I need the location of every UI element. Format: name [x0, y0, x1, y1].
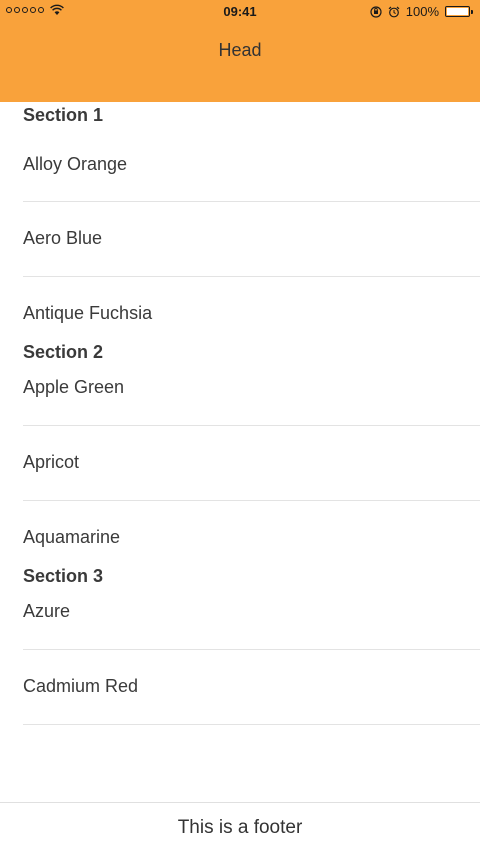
list-item-label: Aquamarine	[23, 527, 121, 547]
battery-icon	[445, 6, 473, 17]
list-item-label: Antique Fuchsia	[23, 303, 153, 323]
list-item-label: Cadmium Red	[23, 676, 139, 696]
list-item[interactable]: Azure	[23, 589, 480, 650]
list-item[interactable]: Apple Green	[23, 365, 480, 426]
list-item[interactable]: Apricot	[23, 426, 480, 501]
list-item-label: Aero Blue	[23, 228, 103, 248]
list-item-label: Apple Green	[23, 377, 125, 397]
section-header: Section 3	[23, 566, 104, 586]
footer-text: This is a footer	[177, 817, 303, 838]
orientation-lock-icon	[370, 5, 382, 18]
footer: This is a footer	[0, 802, 480, 853]
list-item[interactable]: Aquamarine	[23, 501, 480, 563]
page-title: Head	[218, 40, 262, 60]
section-header: Section 1	[23, 105, 104, 125]
section-header: Section 2	[23, 342, 104, 362]
list-item[interactable]: Antique Fuchsia	[23, 277, 480, 339]
list-item-label: Alloy Orange	[23, 154, 128, 174]
battery-percentage: 100%	[405, 4, 439, 19]
list-item[interactable]: Alloy Orange	[23, 128, 480, 202]
navigation-header: 09:41 100% Head	[0, 0, 480, 102]
list-item[interactable]: Cadmium Red	[23, 650, 480, 725]
grouped-list: Section 1 Alloy Orange Aero Blue Antique…	[0, 102, 480, 725]
list-item[interactable]: Aero Blue	[23, 202, 480, 277]
alarm-icon	[388, 6, 400, 17]
status-bar: 09:41 100%	[0, 0, 480, 24]
list-item-label: Azure	[23, 601, 71, 621]
list-item-label: Apricot	[23, 452, 80, 472]
